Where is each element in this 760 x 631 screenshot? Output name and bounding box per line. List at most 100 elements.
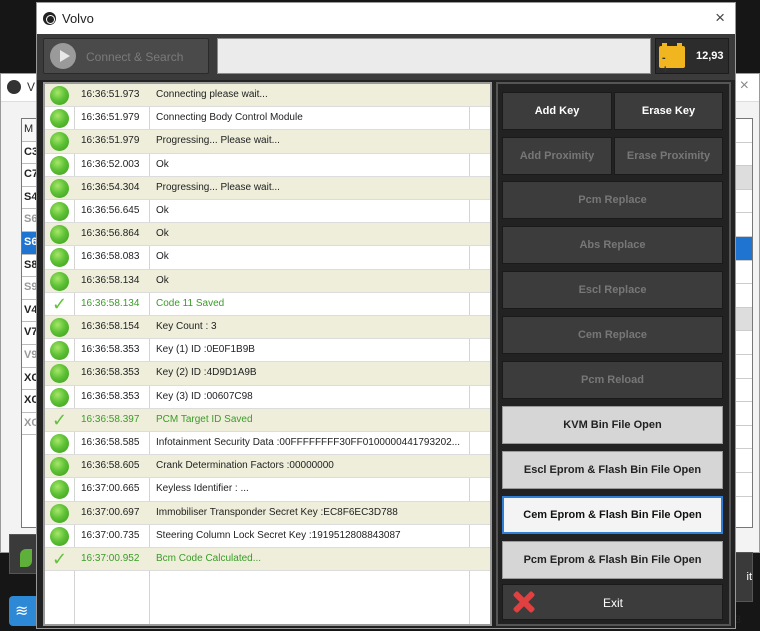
log-time: 16:36:58.605 xyxy=(81,460,140,472)
kvm-bin-file-open-button[interactable]: KVM Bin File Open xyxy=(502,406,723,444)
connect-search-button[interactable]: Connect & Search xyxy=(43,38,209,74)
cem-eprom-flash-button[interactable]: Cem Eprom & Flash Bin File Open xyxy=(502,496,723,534)
log-message: Connecting Body Control Module xyxy=(156,112,303,124)
log-message: PCM Target ID Saved xyxy=(156,413,253,425)
green-circle-icon xyxy=(50,86,69,105)
window-title: Volvo xyxy=(62,11,94,26)
log-message: Progressing... Please wait... xyxy=(156,181,280,193)
log-time: 16:36:56.864 xyxy=(81,228,140,240)
log-time: 16:36:58.397 xyxy=(81,413,140,425)
log-time: 16:37:00.735 xyxy=(81,529,140,541)
log-row[interactable]: ✓ 16:36:58.134 Code 11 Saved xyxy=(45,293,490,316)
log-message: Key (3) ID :00607C98 xyxy=(156,390,253,402)
log-message: Ok xyxy=(156,274,169,286)
log-row[interactable]: 16:36:56.864 Ok xyxy=(45,223,490,247)
log-message: Progressing... Please wait... xyxy=(156,135,280,147)
log-row[interactable]: 16:36:58.083 Ok xyxy=(45,246,490,270)
log-time: 16:36:56.645 xyxy=(81,205,140,216)
log-row[interactable]: 16:36:56.645 Ok xyxy=(45,200,490,224)
log-message: Code 11 Saved xyxy=(156,297,225,309)
green-circle-icon xyxy=(50,503,69,523)
log-list[interactable]: 16:36:51.973 Connecting please wait... 16:… xyxy=(43,82,492,626)
log-time: 16:36:58.585 xyxy=(81,437,140,448)
log-message: Key (1) ID :0E0F1B9B xyxy=(156,344,255,356)
log-row[interactable]: 16:36:51.979 Connecting Body Control Modu… xyxy=(45,107,490,131)
erase-key-button[interactable]: Erase Key xyxy=(614,92,723,130)
exit-label: Exit xyxy=(603,596,624,610)
pcm-eprom-flash-button[interactable]: Pcm Eprom & Flash Bin File Open xyxy=(502,541,723,579)
log-row[interactable]: 16:36:58.585 Infotainment Security Data :… xyxy=(45,432,490,456)
log-row[interactable]: 16:36:58.154 Key Count : 3 xyxy=(45,316,490,340)
log-time: 16:37:00.952 xyxy=(81,553,140,564)
log-time: 16:36:58.154 xyxy=(81,321,140,332)
background-window-title: V xyxy=(27,80,36,94)
close-icon[interactable]: × xyxy=(715,8,725,28)
green-circle-icon xyxy=(50,434,69,453)
log-message: Ok xyxy=(156,251,169,263)
battery-symbols: - + xyxy=(662,52,673,76)
green-circle-icon xyxy=(50,364,69,384)
erase-proximity-button[interactable]: Erase Proximity xyxy=(614,137,723,175)
log-row[interactable]: 16:36:58.134 Ok xyxy=(45,269,490,293)
green-circle-icon xyxy=(50,132,69,152)
battery-icon: - + xyxy=(659,43,685,76)
log-message: Connecting please wait... xyxy=(156,89,268,100)
escl-replace-button[interactable]: Escl Replace xyxy=(502,271,723,309)
checkmark-icon: ✓ xyxy=(51,409,68,430)
log-time: 16:36:58.083 xyxy=(81,251,140,263)
volvo-window: Volvo × Connect & Search - + 12,93 16:36… xyxy=(36,2,736,629)
log-time: 16:36:51.979 xyxy=(81,135,140,147)
log-row[interactable]: ✓ 16:36:58.397 PCM Target ID Saved xyxy=(45,408,490,432)
add-proximity-button[interactable]: Add Proximity xyxy=(502,137,612,175)
log-time: 16:36:58.134 xyxy=(81,297,140,309)
log-time: 16:37:00.697 xyxy=(81,506,140,518)
green-circle-icon xyxy=(50,457,69,477)
log-row[interactable]: 16:37:00.697 Immobiliser Transponder Secr… xyxy=(45,501,490,525)
escl-eprom-flash-button[interactable]: Escl Eprom & Flash Bin File Open xyxy=(502,451,723,489)
log-row[interactable]: 16:37:00.735 Steering Column Lock Secret … xyxy=(45,525,490,548)
green-circle-icon xyxy=(50,341,69,361)
log-message: Crank Determination Factors :00000000 xyxy=(156,460,334,472)
connect-search-label: Connect & Search xyxy=(86,50,184,64)
log-row[interactable]: 16:36:58.353 Key (3) ID :00607C98 xyxy=(45,386,490,409)
battery-voltage: 12,93 xyxy=(696,50,724,62)
log-row[interactable]: 16:36:58.353 Key (1) ID :0E0F1B9B xyxy=(45,339,490,363)
green-circle-icon xyxy=(50,526,69,546)
green-circle-icon xyxy=(50,155,69,175)
log-message: Steering Column Lock Secret Key :1919512… xyxy=(156,529,401,541)
log-time: 16:36:52.003 xyxy=(81,158,140,170)
log-row[interactable]: 16:36:58.605 Crank Determination Factors … xyxy=(45,455,490,479)
pcm-replace-button[interactable]: Pcm Replace xyxy=(502,181,723,219)
status-field[interactable] xyxy=(217,38,651,74)
log-time: 16:36:51.973 xyxy=(81,89,140,100)
green-circle-icon xyxy=(50,109,69,129)
log-row[interactable]: ✓ 16:37:00.952 Bcm Code Calculated... xyxy=(45,548,490,572)
log-message: Keyless Identifier : ... xyxy=(156,483,249,495)
green-circle-icon xyxy=(50,248,69,268)
log-message: Ok xyxy=(156,228,169,240)
green-circle-icon xyxy=(50,271,69,291)
background-close-icon[interactable]: × xyxy=(740,77,749,95)
log-row[interactable]: 16:36:54.304 Progressing... Please wait..… xyxy=(45,176,490,200)
log-row[interactable]: 16:36:52.003 Ok xyxy=(45,154,490,177)
log-message: Ok xyxy=(156,205,169,216)
log-message: Key (2) ID :4D9D1A9B xyxy=(156,367,257,379)
wifi-icon[interactable]: ≋ xyxy=(9,596,39,626)
log-row[interactable]: 16:36:58.353 Key (2) ID :4D9D1A9B xyxy=(45,362,490,386)
abs-replace-button[interactable]: Abs Replace xyxy=(502,226,723,264)
cem-replace-button[interactable]: Cem Replace xyxy=(502,316,723,354)
log-time: 16:36:51.979 xyxy=(81,112,140,124)
window-titlebar: Volvo × xyxy=(37,3,735,34)
pcm-reload-button[interactable]: Pcm Reload xyxy=(502,361,723,399)
volvo-logo-icon xyxy=(7,80,21,94)
exit-button[interactable]: Exit xyxy=(502,584,723,620)
green-circle-icon xyxy=(50,225,69,245)
log-row[interactable]: 16:36:51.973 Connecting please wait... xyxy=(45,84,490,108)
app-logo-icon xyxy=(43,12,56,25)
log-row[interactable]: 16:37:00.665 Keyless Identifier : ... xyxy=(45,478,490,502)
log-row[interactable]: 16:36:51.979 Progressing... Please wait..… xyxy=(45,130,490,154)
leaf-icon xyxy=(20,549,32,567)
add-key-button[interactable]: Add Key xyxy=(502,92,612,130)
action-panel: Add Key Erase Key Add Proximity Erase Pr… xyxy=(496,82,731,626)
log-time: 16:36:58.134 xyxy=(81,274,140,286)
